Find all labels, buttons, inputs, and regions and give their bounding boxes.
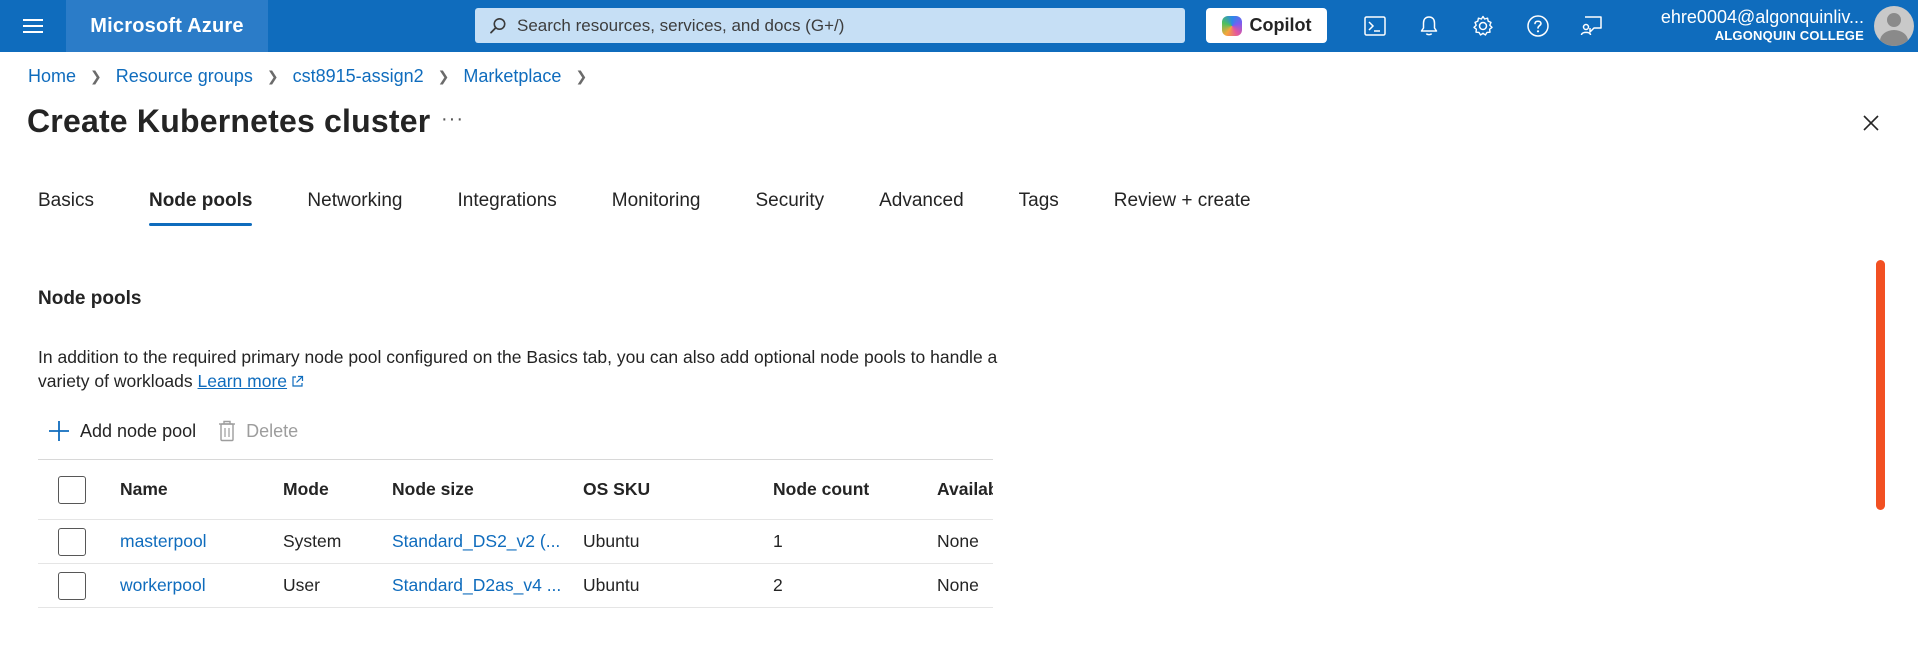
tab-networking[interactable]: Networking <box>307 190 402 226</box>
tab-security[interactable]: Security <box>755 190 824 226</box>
avatar-body <box>1880 30 1908 46</box>
notifications-icon[interactable] <box>1416 13 1442 39</box>
copilot-button[interactable]: Copilot <box>1206 8 1327 43</box>
cloud-shell-icon[interactable] <box>1362 13 1388 39</box>
chevron-right-icon: ❯ <box>575 68 588 84</box>
tab-review-create[interactable]: Review + create <box>1114 190 1251 226</box>
external-link-icon <box>291 370 304 394</box>
top-navigation-bar: Microsoft Azure Copilot ehre0004@algonqu… <box>0 0 1918 52</box>
avatar-head <box>1887 13 1901 27</box>
feedback-icon[interactable] <box>1579 13 1605 39</box>
select-all-checkbox[interactable] <box>58 475 86 504</box>
node-pool-availability: None <box>937 575 979 595</box>
search-input[interactable] <box>517 15 1157 36</box>
node-pool-name-link[interactable]: workerpool <box>120 575 283 596</box>
table-row: masterpool System Standard_DS2_v2 (... U… <box>38 520 993 564</box>
account-info[interactable]: ehre0004@algonquinliv... ALGONQUIN COLLE… <box>1640 6 1864 44</box>
column-header-node-size[interactable]: Node size <box>392 479 583 500</box>
node-pool-name-link[interactable]: masterpool <box>120 531 283 552</box>
trash-icon <box>219 420 236 442</box>
tab-basics[interactable]: Basics <box>38 190 94 226</box>
brand-name[interactable]: Microsoft Azure <box>66 0 268 52</box>
plus-icon <box>49 421 69 441</box>
node-pool-count: 2 <box>773 575 783 595</box>
delete-label: Delete <box>246 420 299 441</box>
settings-icon[interactable] <box>1470 13 1496 39</box>
chevron-right-icon: ❯ <box>90 68 102 84</box>
menu-icon[interactable] <box>0 0 66 52</box>
learn-more-link[interactable]: Learn more <box>198 371 288 391</box>
page-title: Create Kubernetes cluster <box>27 103 431 139</box>
row-checkbox[interactable] <box>58 571 86 600</box>
node-size-link[interactable]: Standard_D2as_v4 ... <box>392 575 583 596</box>
column-header-availability[interactable]: Availab <box>937 479 993 500</box>
tab-integrations[interactable]: Integrations <box>457 190 556 226</box>
search-icon <box>490 17 506 34</box>
breadcrumb: Home ❯ Resource groups ❯ cst8915-assign2… <box>28 66 601 87</box>
node-pool-mode: System <box>283 531 342 551</box>
chevron-right-icon: ❯ <box>266 68 279 84</box>
tab-node-pools[interactable]: Node pools <box>148 190 253 226</box>
help-icon[interactable] <box>1525 13 1551 39</box>
tab-monitoring[interactable]: Monitoring <box>612 190 701 226</box>
more-options-icon[interactable]: ··· <box>441 108 464 131</box>
vertical-scrollbar[interactable] <box>1876 260 1885 510</box>
tab-advanced[interactable]: Advanced <box>879 190 964 226</box>
breadcrumb-resource-groups[interactable]: Resource groups <box>116 66 253 87</box>
section-description: In addition to the required primary node… <box>38 345 998 394</box>
add-node-pool-label: Add node pool <box>80 420 197 441</box>
wizard-tabs: Basics Node pools Networking Integration… <box>38 190 1306 226</box>
column-header-node-count[interactable]: Node count <box>773 479 937 500</box>
column-header-os-sku[interactable]: OS SKU <box>583 479 773 500</box>
avatar[interactable] <box>1874 6 1914 46</box>
copilot-label: Copilot <box>1249 15 1312 35</box>
breadcrumb-marketplace[interactable]: Marketplace <box>463 66 561 87</box>
node-pool-availability: None <box>937 531 979 551</box>
column-header-name[interactable]: Name <box>120 479 283 500</box>
chevron-right-icon: ❯ <box>437 68 450 84</box>
copilot-icon <box>1221 15 1242 36</box>
breadcrumb-resource-group[interactable]: cst8915-assign2 <box>293 66 424 87</box>
user-email: ehre0004@algonquinliv... <box>1660 7 1864 27</box>
breadcrumb-home[interactable]: Home <box>28 66 76 87</box>
node-size-link[interactable]: Standard_DS2_v2 (... <box>392 531 583 552</box>
add-node-pool-button[interactable]: Add node pool <box>48 420 196 442</box>
table-row: workerpool User Standard_D2as_v4 ... Ubu… <box>38 564 993 608</box>
table-header-row: Name Mode Node size OS SKU Node count Av… <box>38 460 993 520</box>
close-icon[interactable] <box>1858 110 1884 136</box>
description-text: In addition to the required primary node… <box>38 347 998 391</box>
tab-tags[interactable]: Tags <box>1019 190 1059 226</box>
node-pool-count: 1 <box>773 531 783 551</box>
node-pool-os-sku: Ubuntu <box>583 575 640 595</box>
column-header-mode[interactable]: Mode <box>283 479 392 500</box>
delete-button[interactable]: Delete <box>218 420 298 442</box>
row-checkbox[interactable] <box>58 527 86 556</box>
section-title: Node pools <box>38 288 142 309</box>
node-pool-toolbar: Add node pool Delete <box>48 420 320 442</box>
search-box[interactable] <box>475 8 1185 43</box>
node-pool-os-sku: Ubuntu <box>583 531 640 551</box>
node-pool-mode: User <box>283 575 320 595</box>
user-organization: ALGONQUIN COLLEGE <box>1714 28 1864 43</box>
node-pools-table: Name Mode Node size OS SKU Node count Av… <box>38 459 993 608</box>
